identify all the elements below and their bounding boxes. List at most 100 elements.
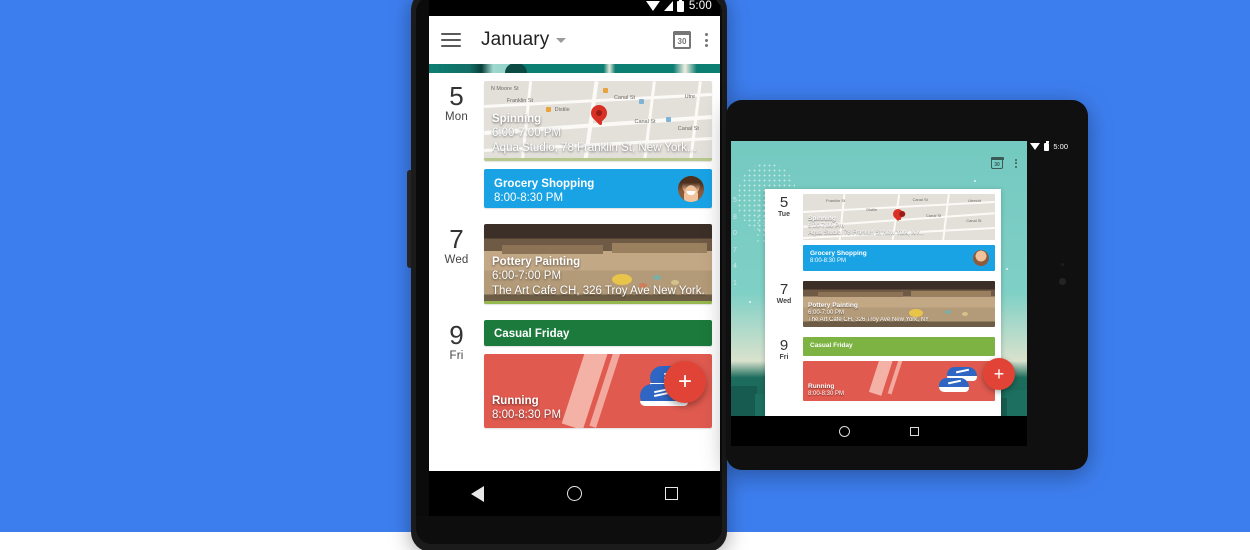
event-time: 8:00-8:30 PM [494, 192, 564, 205]
phone-screen: 5:00 January 30 5 Mon N Moore St Frankli… [429, 0, 720, 471]
tablet-sensor [1061, 263, 1064, 266]
overflow-menu-icon[interactable] [1015, 158, 1017, 168]
event-card-spinning[interactable]: N Moore St Franklin St Distile Canal St … [484, 81, 712, 161]
month-header-image [429, 64, 720, 73]
phone-body: 5:00 January 30 5 Mon N Moore St Frankli… [416, 0, 722, 544]
event-text: Running 8:00-8:30 PM [808, 383, 991, 398]
event-card-casual-friday[interactable]: Casual Friday [484, 320, 712, 346]
calendar-30-icon[interactable]: 30 [673, 31, 691, 49]
event-title: Casual Friday [810, 342, 853, 349]
wifi-icon [1030, 143, 1041, 150]
event-title: Grocery Shopping [810, 250, 867, 257]
event-card-grocery-shopping[interactable]: Grocery Shopping 8:00-8:30 PM [803, 245, 995, 271]
day-weekday: Wed [444, 254, 469, 266]
page-title[interactable]: January [481, 29, 549, 51]
tablet-edge-numbers: 5 8 0 7 4 1 [733, 197, 737, 287]
wifi-icon [645, 1, 660, 11]
map-label: Franklin St [506, 97, 534, 104]
tablet-screen: 5 8 0 7 4 1 30 5 Tue Franklin St Canal S… [731, 141, 1027, 416]
day-number: 7 [449, 224, 464, 254]
phone-toolbar: January 30 [429, 16, 720, 64]
tablet-status-time: 5:00 [1053, 142, 1068, 151]
tablet-device: 5:00 5 8 0 7 4 1 30 5 Tue Franklin St Ca… [726, 100, 1088, 470]
event-time: 8:00-8:30 PM [808, 390, 845, 397]
recents-icon[interactable] [910, 426, 919, 436]
back-icon[interactable] [470, 485, 484, 502]
event-time: 6:00-7:00 PM [808, 309, 845, 316]
event-text: Spinning 6:00-7:00 PM Aqua Studio, 78 Fr… [492, 112, 706, 156]
day-number: 5 [449, 81, 464, 111]
event-card-running[interactable]: Running 8:00-8:30 PM [803, 361, 995, 401]
day-weekday: Mon [445, 111, 468, 123]
tablet-camera [1059, 278, 1066, 285]
day-number: 5 [779, 194, 789, 211]
pottery-photo [502, 244, 603, 254]
overflow-menu-icon[interactable] [705, 33, 708, 47]
event-card-spinning[interactable]: Franklin St Canal St Utrecht Distile Can… [803, 194, 995, 240]
day-events: Pottery Painting 6:00-7:00 PM The Art Ca… [803, 276, 1001, 332]
event-card-pottery-painting[interactable]: Pottery Painting 6:00-7:00 PM The Art Ca… [484, 224, 712, 304]
recents-icon[interactable] [665, 487, 679, 500]
event-card-casual-friday[interactable]: Casual Friday [803, 337, 995, 356]
event-location: Aqua Studio, 78 Franklin St New York, NY… [808, 229, 924, 236]
day-weekday: Fri [779, 354, 789, 361]
event-text: Pottery Painting 6:00-7:00 PM The Art Ca… [808, 302, 991, 324]
day-weekday: Tue [778, 211, 790, 218]
calendar-icon-day: 30 [677, 37, 687, 46]
tablet-agenda-list: 5 Tue Franklin St Canal St Utrecht Disti… [765, 189, 1001, 416]
event-title: Pottery Painting [492, 255, 581, 268]
phone-status-bar: 5:00 [429, 0, 720, 16]
day-label: 9 Fri [765, 332, 803, 406]
calendar-icon-day: 30 [994, 162, 1000, 168]
add-event-button[interactable]: + [983, 358, 1015, 390]
event-time: 8:00-8:30 PM [810, 257, 847, 264]
event-title: Casual Friday [494, 328, 570, 340]
home-icon[interactable] [839, 425, 850, 437]
event-title: Pottery Painting [808, 301, 858, 309]
phone-toolbar-actions: 30 [673, 31, 708, 49]
menu-icon[interactable] [441, 33, 461, 47]
agenda-day-row: 7 Wed Pottery Painting 6:00-7:00 PM The … [765, 276, 1001, 332]
day-label: 7 Wed [429, 216, 484, 312]
day-events: Franklin St Canal St Utrecht Distile Can… [803, 189, 1001, 276]
event-title: Grocery Shopping [494, 178, 595, 190]
avatar [973, 250, 989, 266]
chevron-down-icon[interactable] [556, 37, 567, 43]
tablet-toolbar: 30 [990, 156, 1017, 169]
battery-icon [1044, 140, 1050, 151]
day-label: 5 Tue [765, 189, 803, 276]
signal-icon [663, 1, 673, 11]
battery-icon [676, 0, 684, 12]
tablet-nav-bar [731, 416, 1027, 446]
event-card-pottery-painting[interactable]: Pottery Painting 6:00-7:00 PM The Art Ca… [803, 281, 995, 327]
event-time: 8:00-8:30 PM [492, 409, 562, 422]
map-label: Canal St [613, 94, 636, 101]
day-number: 9 [779, 337, 789, 354]
avatar [678, 175, 704, 202]
day-number: 9 [449, 320, 464, 350]
map-label: N Moore St [490, 85, 519, 92]
screenshot-stage: 5:00 January 30 5 Mon N Moore St Frankli… [0, 0, 1250, 550]
day-label: 5 Mon [429, 73, 484, 216]
phone-status-icons [645, 0, 684, 12]
event-text: Spinning 6:00-7:00 PM Aqua Studio, 78 Fr… [808, 215, 991, 237]
phone-status-time: 5:00 [688, 0, 712, 12]
event-card-grocery-shopping[interactable]: Grocery Shopping 8:00-8:30 PM [484, 169, 712, 208]
card-bottom-accent [484, 301, 712, 304]
event-time: 6:00-7:00 PM [808, 222, 845, 229]
day-label: 9 Fri [429, 312, 484, 436]
map-bottom-accent [484, 158, 712, 161]
day-events: Pottery Painting 6:00-7:00 PM The Art Ca… [484, 216, 720, 312]
day-number: 7 [779, 281, 789, 298]
map-label: Utre [684, 93, 696, 100]
event-title: Spinning [492, 112, 542, 125]
tablet-status-bar: 5:00 [1030, 140, 1068, 151]
event-location: The Art Cafe CH, 326 Troy Ave New York, … [808, 316, 929, 323]
day-label: 7 Wed [765, 276, 803, 332]
agenda-day-row: 5 Tue Franklin St Canal St Utrecht Disti… [765, 189, 1001, 276]
add-event-button[interactable]: + [664, 361, 706, 403]
event-time: 6:00-7:00 PM [492, 270, 562, 283]
home-icon[interactable] [566, 486, 582, 501]
phone-device: 5:00 January 30 5 Mon N Moore St Frankli… [411, 0, 727, 550]
calendar-30-icon[interactable]: 30 [990, 156, 1004, 169]
